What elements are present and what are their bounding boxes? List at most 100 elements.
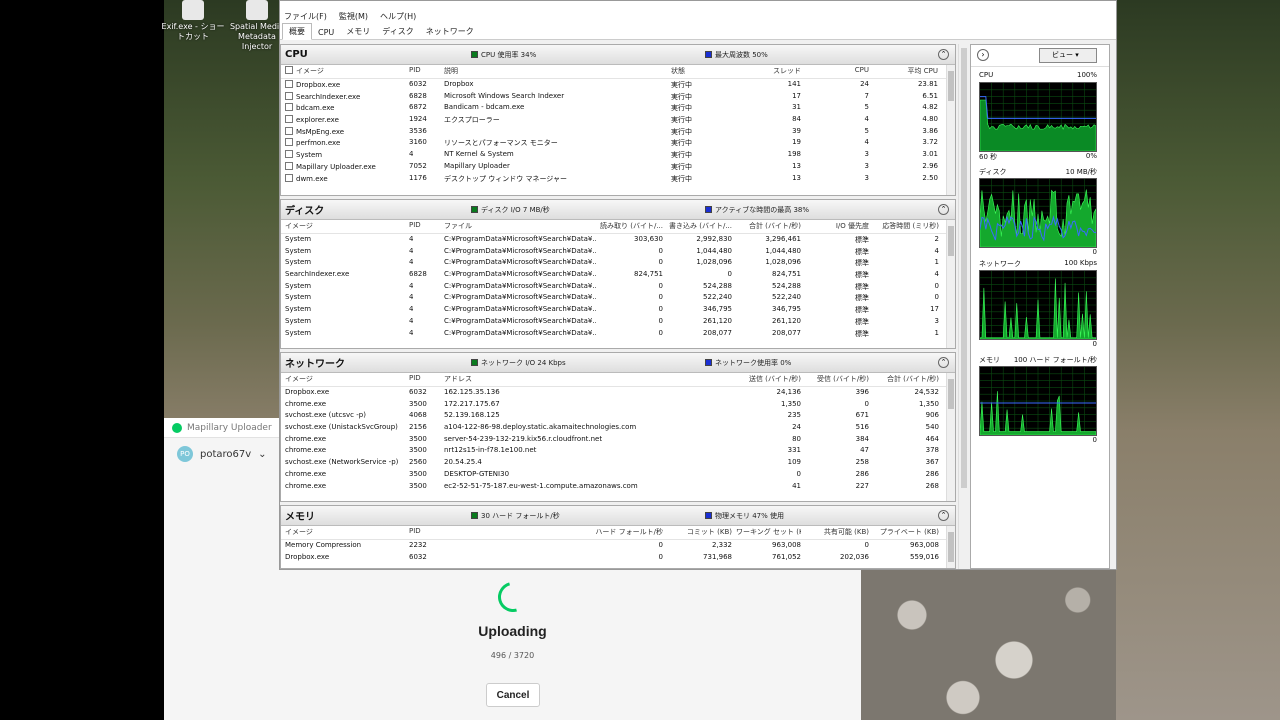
- table-cell: 3500: [409, 446, 427, 455]
- row-checkbox[interactable]: [285, 80, 293, 88]
- table-cell: 3: [864, 173, 869, 182]
- table-cell: 109: [787, 458, 801, 467]
- row-checkbox[interactable]: [285, 150, 293, 159]
- table-row[interactable]: chrome.exe 3500 ec2-52-51-75-187.eu-west-1…: [281, 481, 955, 493]
- network-table-scrollbar[interactable]: [946, 373, 955, 501]
- desktop-shortcut-exif[interactable]: Exif.exe - ショートカット: [158, 0, 228, 42]
- table-row[interactable]: SearchIndexer.exe 6828 C:¥ProgramData¥Micr…: [281, 269, 955, 281]
- menu-file[interactable]: ファイル(F): [284, 11, 327, 22]
- table-cell: 6.51: [922, 91, 938, 100]
- table-row[interactable]: System 4 C:¥ProgramData¥Microsoft¥Search¥D…: [281, 246, 955, 258]
- table-cell: 17: [792, 91, 801, 100]
- table-row[interactable]: dwm.exe 1176 デスクトップ ウィンドウ マネージャー 実行中 13 3 2.50: [281, 173, 955, 185]
- table-row[interactable]: Memory Compression 2232 0 2,332 963,008 0 963,…: [281, 540, 955, 552]
- table-cell: 24,136: [776, 388, 802, 396]
- tab-overview[interactable]: 概要: [282, 23, 312, 40]
- table-row[interactable]: MsMpEng.exe 3536 実行中 39 5 3.86: [281, 126, 955, 138]
- memory-table-scrollbar[interactable]: [946, 526, 955, 568]
- overview-scrollbar[interactable]: [958, 44, 968, 569]
- row-checkbox[interactable]: [285, 161, 293, 170]
- table-cell: server-54-239-132-219.kix56.r.cloudfront…: [444, 434, 603, 443]
- table-row[interactable]: SearchIndexer.exe 6828 Microsoft Windows S…: [281, 91, 955, 103]
- table-row[interactable]: System 4 C:¥ProgramData¥Microsoft¥Search¥D…: [281, 234, 955, 246]
- cpu-graph-plot: [979, 82, 1097, 152]
- disk-section-header[interactable]: ディスク ディスク I/O 7 MB/秒 アクティブな時間の最高 38% ⌃: [281, 200, 955, 220]
- expand-panel-icon[interactable]: ›: [977, 49, 989, 61]
- table-cell: 実行中: [671, 139, 692, 148]
- table-cell: System: [285, 235, 312, 243]
- collapse-icon[interactable]: ⌃: [938, 204, 949, 215]
- table-cell: 384: [855, 434, 869, 443]
- table-cell: 906: [925, 411, 939, 420]
- table-row[interactable]: svchost.exe (NetworkService -p) 2560 20.54…: [281, 457, 955, 469]
- row-checkbox[interactable]: [285, 115, 293, 124]
- table-cell: Dropbox.exe: [285, 388, 330, 396]
- table-cell: 4: [409, 316, 414, 325]
- cancel-button[interactable]: Cancel: [486, 683, 540, 707]
- table-cell: 6828: [409, 270, 427, 279]
- row-checkbox[interactable]: [285, 173, 293, 182]
- network-section-header[interactable]: ネットワーク ネットワーク I/O 24 Kbps ネットワーク使用率 0% ⌃: [281, 353, 955, 373]
- table-row[interactable]: System 4 C:¥ProgramData¥Microsoft¥Search¥D…: [281, 292, 955, 304]
- table-row[interactable]: Dropbox.exe 6032 Dropbox 実行中 141 24 23.81: [281, 79, 955, 91]
- table-cell: System: [285, 316, 312, 325]
- table-row[interactable]: System 4 NT Kernel & System 実行中 198 3 3.01: [281, 149, 955, 161]
- table-row[interactable]: System 4 C:¥ProgramData¥Microsoft¥Search¥D…: [281, 316, 955, 328]
- cpu-section-header[interactable]: CPU CPU 使用率 34% 最大周波数 50% ⌃: [281, 45, 955, 65]
- table-cell: 13: [792, 161, 801, 170]
- table-row[interactable]: Dropbox.exe 6032 0 731,968 761,052 202,036 559…: [281, 552, 955, 564]
- table-cell: 516: [855, 423, 869, 432]
- table-row[interactable]: svchost.exe (UnistackSvcGroup) 2156 a104-1…: [281, 422, 955, 434]
- row-checkbox[interactable]: [285, 91, 293, 100]
- table-row[interactable]: System 4 C:¥ProgramData¥Microsoft¥Search¥D…: [281, 257, 955, 269]
- physical-memory-indicator: 物理メモリ 47% 使用: [705, 511, 784, 521]
- table-cell: Dropbox: [444, 80, 474, 88]
- memory-section-header[interactable]: メモリ 30 ハード フォールト/秒 物理メモリ 47% 使用 ⌃: [281, 506, 955, 526]
- table-cell: 464: [925, 434, 939, 443]
- table-cell: SearchIndexer.exe: [285, 270, 350, 279]
- collapse-icon[interactable]: ⌃: [938, 357, 949, 368]
- view-dropdown[interactable]: ビュー ▾: [1039, 48, 1097, 63]
- account-selector[interactable]: PO potaro67v ⌄: [177, 446, 267, 462]
- table-cell: 286: [855, 469, 869, 478]
- row-checkbox[interactable]: [285, 126, 293, 135]
- table-row[interactable]: chrome.exe 3500 DESKTOP-GTENI30 0 286 286: [281, 469, 955, 481]
- table-row[interactable]: explorer.exe 1924 エクスプローラー 実行中 84 4 4.80: [281, 114, 955, 126]
- table-cell: 4.80: [922, 115, 938, 124]
- disk-table-scrollbar[interactable]: [946, 220, 955, 348]
- table-cell: 20.54.25.4: [444, 458, 482, 467]
- cpu-table-scrollbar[interactable]: [946, 65, 955, 195]
- tab-cpu[interactable]: CPU: [312, 26, 340, 39]
- table-row[interactable]: Dropbox.exe 6032 162.125.35.136 24,136 396 24…: [281, 387, 955, 399]
- checkbox-all[interactable]: [285, 66, 293, 74]
- table-cell: 実行中: [671, 81, 692, 89]
- cpu-graph: CPU 100% 60 秒 0%: [979, 71, 1097, 161]
- table-cell: 標準: [855, 317, 869, 326]
- table-row[interactable]: System 4 C:¥ProgramData¥Microsoft¥Search¥D…: [281, 304, 955, 316]
- collapse-icon[interactable]: ⌃: [938, 49, 949, 60]
- menu-monitor[interactable]: 監視(M): [339, 11, 368, 22]
- network-table: イメージ PID アドレス 送信 (バイト/秒) 受信 (バイト/秒) 合計 (…: [281, 373, 955, 492]
- table-row[interactable]: chrome.exe 3500 nrt12s15-in-f78.1e100.net 3…: [281, 445, 955, 457]
- tab-disk[interactable]: ディスク: [376, 24, 419, 39]
- table-cell: 6032: [409, 80, 427, 88]
- tab-memory[interactable]: メモリ: [340, 24, 376, 39]
- table-cell: 2: [934, 235, 939, 243]
- table-row[interactable]: chrome.exe 3500 server-54-239-132-219.kix5…: [281, 434, 955, 446]
- table-row[interactable]: perfmon.exe 3160 リソースとパフォーマンス モニター 実行中 19 4 3.…: [281, 137, 955, 149]
- table-row[interactable]: System 4 C:¥ProgramData¥Microsoft¥Search¥D…: [281, 281, 955, 293]
- table-row[interactable]: svchost.exe (utcsvc -p) 4068 52.139.168.12…: [281, 410, 955, 422]
- table-row[interactable]: chrome.exe 3500 172.217.175.67 1,350 0 1,350: [281, 399, 955, 411]
- table-cell: 963,008: [772, 541, 801, 549]
- collapse-icon[interactable]: ⌃: [938, 510, 949, 521]
- table-row[interactable]: bdcam.exe 6872 Bandicam - bdcam.exe 実行中 31 5 4…: [281, 102, 955, 114]
- row-checkbox[interactable]: [285, 103, 293, 112]
- menu-help[interactable]: ヘルプ(H): [380, 11, 416, 22]
- shortcut-icon: [246, 0, 268, 20]
- table-row[interactable]: Mapillary Uploader.exe 7052 Mapillary Uplo…: [281, 161, 955, 173]
- tab-network[interactable]: ネットワーク: [420, 24, 480, 39]
- table-row[interactable]: System 4 C:¥ProgramData¥Microsoft¥Search¥D…: [281, 328, 955, 340]
- row-checkbox[interactable]: [285, 138, 293, 147]
- table-cell: 標準: [855, 271, 869, 280]
- table-cell: 2156: [409, 423, 427, 432]
